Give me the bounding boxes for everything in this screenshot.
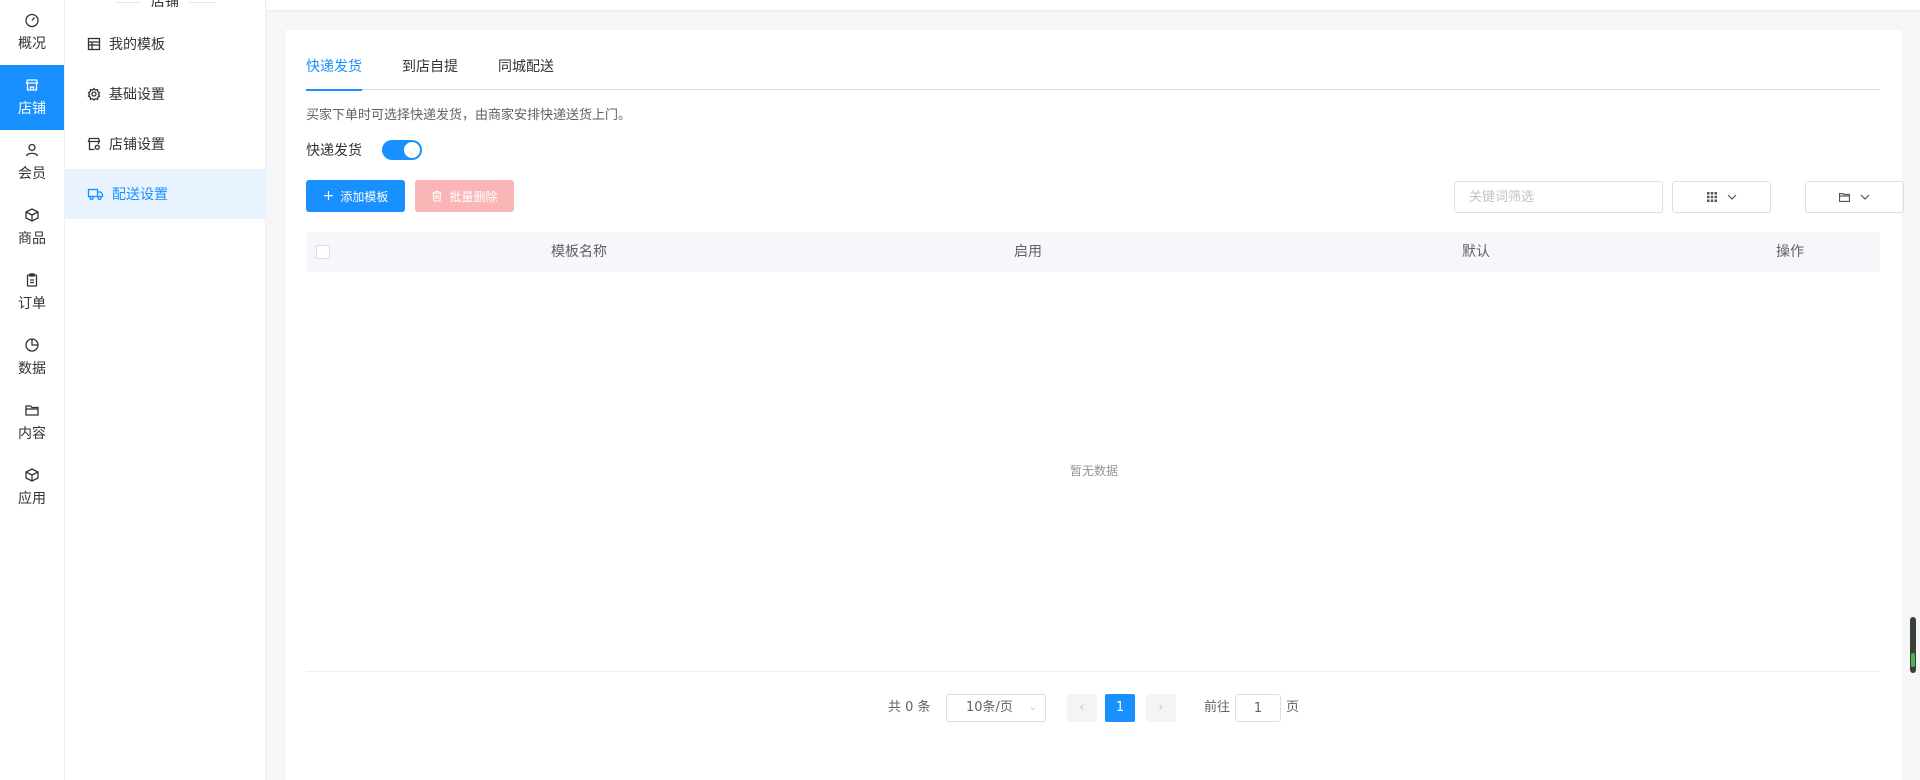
store-settings-icon (87, 137, 101, 151)
nav-item-label: 会员 (18, 166, 46, 182)
store-icon (25, 79, 39, 91)
delivery-description: 买家下单时可选择快递发货，由商家安排快递送货上门。 (306, 108, 632, 123)
export-dropdown[interactable] (1805, 181, 1904, 213)
add-template-button[interactable]: + 添加模板 (306, 180, 405, 212)
select-all-checkbox[interactable] (316, 245, 330, 259)
empty-table-text: 暂无数据 (1069, 464, 1118, 478)
batch-delete-button[interactable]: 批量删除 (415, 180, 514, 212)
sidebar-item-label: 基础设置 (109, 87, 165, 103)
express-switch-row: 快递发货 (306, 140, 422, 160)
goto-label: 前往 (1204, 700, 1231, 715)
column-header-enabled: 启用 (1014, 244, 1042, 260)
chevron-down-icon (1727, 194, 1736, 200)
chevron-down-icon (1860, 194, 1870, 200)
grid-icon (1706, 192, 1717, 202)
express-delivery-toggle[interactable] (382, 140, 422, 160)
clipboard-icon (26, 273, 38, 287)
add-template-label: 添加模板 (340, 189, 389, 204)
main-nav: 概况 店铺 会员 商品 订单 数据 内容 应用 (0, 0, 65, 780)
chevron-right-icon: › (1158, 700, 1164, 715)
batch-delete-label: 批量删除 (449, 189, 498, 204)
sidebar-title-text: 店铺 (141, 0, 189, 10)
cube-icon (25, 468, 39, 482)
box-icon (25, 208, 39, 222)
nav-item-label: 店铺 (18, 101, 46, 117)
pagination: 共 0 条 10条/页 ⌄ ‹ 1 › 前往 页 (286, 694, 1902, 722)
delivery-settings-panel: 快递发货 到店自提 同城配送 买家下单时可选择快递发货，由商家安排快递送货上门。… (286, 30, 1904, 780)
pie-chart-icon (25, 338, 39, 352)
nav-item-label: 概况 (18, 36, 46, 52)
table-bottom-border (306, 671, 1880, 672)
delivery-tabs: 快递发货 到店自提 同城配送 (306, 58, 1880, 91)
plus-icon: + (322, 188, 335, 204)
prev-page-button[interactable]: ‹ (1067, 694, 1097, 722)
page-size-select[interactable]: 10条/页 ⌄ (946, 694, 1046, 722)
column-header-actions: 操作 (1776, 244, 1804, 260)
sidebar-item-label: 店铺设置 (109, 137, 165, 153)
nav-item-label: 订单 (18, 296, 46, 312)
dashboard-icon (25, 13, 39, 28)
top-header (266, 0, 1920, 10)
sidebar-item-label: 配送设置 (112, 187, 168, 203)
page-size-value: 10条/页 (966, 700, 1013, 715)
nav-item-apps[interactable]: 应用 (0, 455, 64, 520)
nav-item-members[interactable]: 会员 (0, 130, 64, 195)
table-header: 模板名称 启用 默认 操作 (306, 232, 1880, 272)
sidebar-item-label: 我的模板 (109, 37, 165, 53)
sidebar-item-basic-settings[interactable]: 基础设置 (65, 69, 265, 119)
nav-item-content[interactable]: 内容 (0, 390, 64, 455)
nav-item-overview[interactable]: 概况 (0, 0, 64, 65)
next-page-button[interactable]: › (1146, 694, 1176, 722)
tab-store-pickup[interactable]: 到店自提 (402, 58, 458, 90)
folder-icon (25, 405, 39, 416)
nav-item-data[interactable]: 数据 (0, 325, 64, 390)
folder-icon (1839, 192, 1850, 202)
sidebar-item-store-settings[interactable]: 店铺设置 (65, 119, 265, 169)
nav-item-orders[interactable]: 订单 (0, 260, 64, 325)
trash-icon (432, 190, 442, 202)
current-page-button[interactable]: 1 (1105, 694, 1135, 722)
nav-item-label: 内容 (18, 426, 46, 442)
express-switch-label: 快递发货 (306, 143, 362, 159)
toggle-knob (404, 142, 420, 158)
sub-sidebar: 店铺 我的模板 基础设置 店铺设置 配送设置 (65, 0, 266, 780)
sidebar-title: 店铺 (65, 0, 265, 12)
keyword-filter-input[interactable] (1454, 181, 1663, 213)
chevron-left-icon: ‹ (1079, 700, 1085, 715)
pagination-total: 共 0 条 (888, 700, 931, 715)
nav-item-label: 数据 (18, 361, 46, 377)
tab-local-delivery[interactable]: 同城配送 (498, 58, 554, 90)
column-view-dropdown[interactable] (1672, 181, 1771, 213)
sidebar-item-delivery-settings[interactable]: 配送设置 (65, 169, 265, 219)
nav-item-label: 商品 (18, 231, 46, 247)
truck-icon (87, 188, 104, 201)
chevron-down-icon: ⌄ (1028, 702, 1037, 713)
column-header-template-name: 模板名称 (551, 244, 607, 260)
user-icon (25, 143, 39, 157)
gear-icon (87, 87, 101, 101)
goto-page-input[interactable] (1235, 694, 1281, 722)
nav-item-store[interactable]: 店铺 (0, 65, 64, 130)
nav-item-label: 应用 (18, 491, 46, 507)
sidebar-item-templates[interactable]: 我的模板 (65, 19, 265, 69)
tab-express-delivery[interactable]: 快递发货 (306, 58, 362, 91)
template-icon (87, 37, 101, 51)
column-header-default: 默认 (1462, 244, 1490, 260)
nav-item-goods[interactable]: 商品 (0, 195, 64, 260)
page-unit-label: 页 (1286, 700, 1300, 715)
scrollbar-thumb[interactable] (1910, 617, 1916, 673)
